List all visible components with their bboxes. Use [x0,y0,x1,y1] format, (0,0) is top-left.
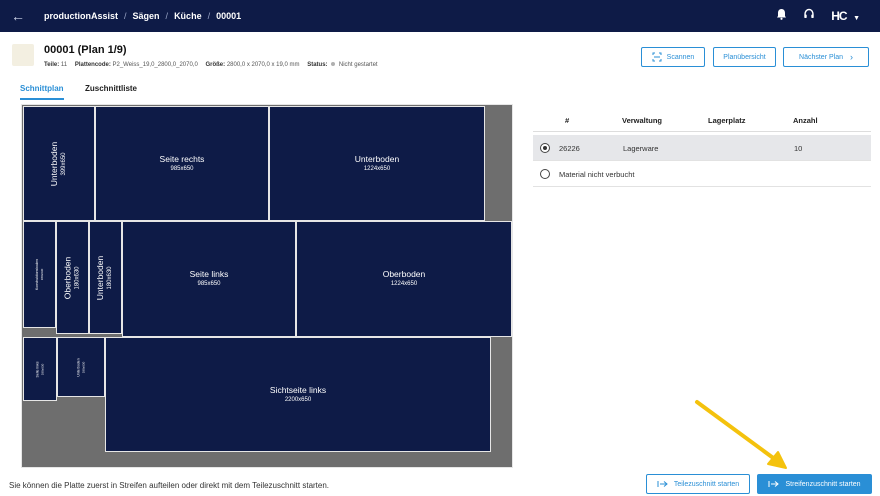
start-strip-cut-button[interactable]: Streifenzuschnitt starten [757,474,872,494]
top-bar: ← productionAssist / Sägen / Küche / 000… [0,0,880,32]
piece-name: Unterboden [354,153,400,164]
start-parts-cut-button[interactable]: Teilezuschnitt starten [646,474,750,494]
scan-button-label: Scannen [666,53,695,61]
cell-id: 26226 [559,143,580,153]
teile-value: 11 [60,62,68,68]
unbooked-label: Material nicht verbucht [559,169,635,179]
bell-icon[interactable] [776,7,787,25]
piece-unterboden-399x650[interactable]: Unterboden 399x650 [23,106,95,221]
plan-meta: Teile: 11 Plattencode: P2_Weiss_19,0_280… [44,62,378,68]
col-verwaltung: Verwaltung [622,116,663,125]
tab-bar: Schnittplan Zuschnittliste [0,80,880,102]
tab-schnittplan[interactable]: Schnittplan [20,84,64,100]
piece-seite-rechts[interactable]: Seite rechts 985x650 [95,106,269,221]
groesse-value: 2800,0 x 2070,0 x 19,0 mm [226,62,300,68]
piece-dims: 985x650 [170,165,194,172]
piece-seite-links[interactable]: Seite links 985x650 [122,221,296,337]
piece-dims: 1224x650 [363,165,391,172]
piece-name: Seite rechts [159,153,205,164]
user-menu[interactable]: HC ▼ [831,7,860,25]
breadcrumb-separator: / [207,11,211,21]
piece-unterboden-small[interactable]: Unterboden 180x630 [57,337,105,397]
table-header: # Verwaltung Lagerplatz Anzahl [533,110,871,132]
piece-name: Sichtseite links [269,384,327,395]
piece-konstruktionsboden[interactable]: Konstruktionsboden 180x630 [23,221,56,328]
piece-name: Unterboden [95,255,106,300]
breadcrumb-item-current: 00001 [216,11,242,21]
start-parts-cut-label: Teilezuschnitt starten [673,480,740,488]
chevron-right-icon: › [849,52,853,62]
hc-logo: HC [831,9,847,23]
plan-overview-label: Planübersicht [723,53,766,61]
scan-icon [652,52,662,62]
piece-unterboden-1224x650[interactable]: Unterboden 1224x650 [269,106,485,221]
col-anzahl: Anzahl [793,116,818,125]
row-radio[interactable] [540,143,550,153]
status-label: Status: [307,62,328,68]
teile-label: Teile: [44,62,60,68]
cutting-plan-board: Unterboden 399x650 Seite rechts 985x650 Un… [21,104,513,468]
next-plan-button[interactable]: Nächster Plan › [783,47,869,67]
breadcrumb-item-app[interactable]: productionAssist [44,11,118,21]
cell-anzahl: 10 [794,143,803,153]
piece-dims: 2200x650 [284,396,312,403]
breadcrumb: productionAssist / Sägen / Küche / 00001 [44,11,241,21]
breadcrumb-item-kueche[interactable]: Küche [174,11,202,21]
page-title: 00001 (Plan 1/9) [44,44,127,56]
next-plan-label: Nächster Plan [799,53,843,61]
plan-overview-button[interactable]: Planübersicht [713,47,776,67]
piece-dims: 180x630 [81,361,86,373]
piece-unterboden-180x630[interactable]: Unterboden 180x630 [89,221,122,334]
tab-zuschnittliste[interactable]: Zuschnittliste [85,84,137,98]
piece-name: Oberboden [382,269,426,279]
back-arrow-icon[interactable]: ← [0,8,36,24]
piece-name: Unterboden [48,141,59,186]
piece-oberboden-180x630[interactable]: Oberboden 180x630 [56,221,89,334]
piece-dims: 180x630 [39,268,44,281]
breadcrumb-item-saegen[interactable]: Sägen [133,11,160,21]
piece-oberboden-1224x650[interactable]: Oberboden 1224x650 [296,221,512,337]
scan-button[interactable]: Scannen [641,47,705,67]
piece-dims: 985x650 [197,281,221,287]
footer-hint: Sie können die Platte zuerst in Streifen… [9,481,330,490]
table-row-unbooked[interactable]: Material nicht verbucht [533,161,871,187]
piece-dims: 180x630 [107,265,114,290]
start-arrow-icon [768,481,780,487]
start-strip-cut-label: Streifenzuschnitt starten [785,480,861,488]
col-lagerplatz: Lagerplatz [708,116,746,125]
breadcrumb-separator: / [165,11,169,21]
material-table: # Verwaltung Lagerplatz Anzahl 26226 Lag… [533,110,871,187]
headset-icon[interactable] [803,7,815,25]
start-arrow-icon [657,481,668,487]
breadcrumb-separator: / [124,11,127,21]
piece-dims: 180x630 [74,265,81,290]
status-value: Nicht gestartet [338,62,378,68]
groesse-label: Größe: [205,62,226,68]
status-dot-icon [331,62,336,67]
piece-name: Seite links [189,269,229,279]
piece-dims: 1224x650 [390,281,418,287]
piece-seite-links-180x630[interactable]: Seite links 180x630 [23,337,57,401]
col-number: # [565,116,570,125]
piece-dims: 399x650 [60,151,67,176]
chevron-down-icon: ▼ [853,15,860,22]
table-row[interactable]: 26226 Lagerware 10 [533,135,871,161]
piece-dims: 180x630 [40,363,45,375]
cell-verwaltung: Lagerware [623,143,659,153]
row-radio[interactable] [540,169,550,179]
piece-name: Oberboden [62,256,73,299]
plattencode-label: Plattencode: [74,62,111,68]
piece-sichtseite-links[interactable]: Sichtseite links 2200x650 [105,337,491,452]
plattencode-value: P2_Weiss_19,0_2800,0_2070,0 [112,62,198,68]
material-thumbnail [12,44,34,66]
